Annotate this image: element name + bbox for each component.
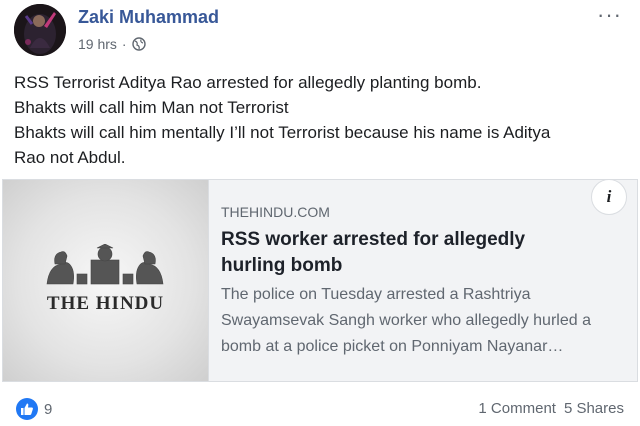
reactions-summary[interactable]: 9 <box>16 398 52 420</box>
info-icon[interactable]: i <box>591 179 627 215</box>
the-hindu-logo-text: THE HINDU <box>46 293 165 314</box>
link-description: The police on Tuesday arrested a Rashtri… <box>221 286 591 355</box>
link-preview-card[interactable]: THE HINDU i THEHINDU.COM RSS worker arre… <box>2 179 638 382</box>
facebook-post: Zaki Muhammad 19 hrs · ··· RSS Terrorist… <box>0 0 640 426</box>
globe-icon[interactable] <box>131 37 146 51</box>
post-text-line: RSS Terrorist Aditya Rao arrested for al… <box>14 73 482 92</box>
avatar-photo <box>14 4 66 56</box>
the-hindu-emblem-icon <box>46 244 164 285</box>
link-headline[interactable]: RSS worker arrested for allegedly hurlin… <box>221 227 591 279</box>
meta-separator: · <box>121 36 127 52</box>
like-icon <box>16 398 38 420</box>
post-text-line: Bhakts will call him mentally I’ll not T… <box>14 123 551 142</box>
comments-count-link[interactable]: 1 Comment <box>478 400 556 417</box>
post-text: RSS Terrorist Aditya Rao arrested for al… <box>14 70 624 170</box>
post-meta: 19 hrs · <box>78 36 146 52</box>
link-thumbnail[interactable]: THE HINDU <box>3 180 209 381</box>
avatar[interactable] <box>14 4 66 56</box>
post-text-line: Rao not Abdul. <box>14 148 126 167</box>
link-domain: THEHINDU.COM <box>221 204 330 220</box>
more-options-button[interactable]: ··· <box>597 2 622 28</box>
like-count[interactable]: 9 <box>44 401 52 418</box>
post-timestamp[interactable]: 19 hrs <box>78 36 117 52</box>
engagement-stats: 1 Comment 5 Shares <box>478 400 624 417</box>
post-text-line: Bhakts will call him Man not Terrorist <box>14 98 289 117</box>
shares-count-link[interactable]: 5 Shares <box>564 400 624 417</box>
author-name[interactable]: Zaki Muhammad <box>78 7 219 28</box>
